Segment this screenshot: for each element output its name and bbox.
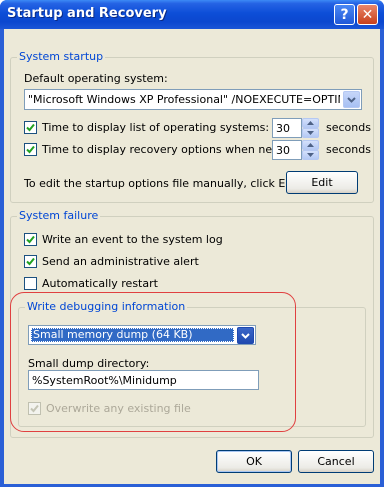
system-failure-label: System failure [17,209,101,222]
time-os-list-input[interactable]: 30 [272,118,302,138]
spin-up-icon[interactable] [302,118,319,128]
close-button[interactable]: ✕ [357,4,378,25]
auto-restart-checkbox[interactable] [24,277,37,290]
checkmark-icon [26,145,35,154]
help-icon: ? [340,6,349,23]
title-bar[interactable]: Startup and Recovery ? ✕ [0,0,384,29]
write-event-checkbox[interactable] [24,233,37,246]
checkmark-icon [26,123,35,132]
spin-up-icon[interactable] [302,140,319,150]
ok-button[interactable]: OK [216,450,292,473]
default-os-label: Default operating system: [24,72,168,85]
checkmark-icon [26,257,35,266]
cancel-button-label: Cancel [317,455,355,468]
time-os-list-value: 30 [276,122,290,135]
time-os-list-unit: seconds [326,121,371,134]
cancel-button[interactable]: Cancel [298,450,374,473]
help-button[interactable]: ? [334,4,355,25]
ok-button-label: OK [246,455,262,468]
edit-button[interactable]: Edit [286,171,358,194]
edit-hint-text: To edit the startup options file manuall… [24,177,304,190]
dialog-title: Startup and Recovery [7,6,167,21]
edit-button-label: Edit [311,176,333,189]
chevron-down-icon[interactable] [343,91,360,108]
time-recovery-spinner[interactable] [302,140,319,160]
time-recovery-label: Time to display recovery options when ne… [42,143,304,156]
close-icon: ✕ [361,6,374,23]
send-alert-label: Send an administrative alert [42,255,199,268]
spin-down-icon[interactable] [302,150,319,160]
spin-down-icon[interactable] [302,128,319,138]
default-os-value: "Microsoft Windows XP Professional" /NOE… [28,93,340,106]
dialog-client: System startup Default operating system:… [4,29,380,484]
send-alert-checkbox[interactable] [24,255,37,268]
time-recovery-unit: seconds [326,143,371,156]
dialog-window: Startup and Recovery ? ✕ System startup … [0,0,384,487]
auto-restart-label: Automatically restart [42,277,158,290]
time-recovery-checkbox[interactable] [24,143,37,156]
time-recovery-input[interactable]: 30 [272,140,302,160]
time-os-list-checkbox[interactable] [24,121,37,134]
checkmark-icon [26,235,35,244]
time-os-list-label: Time to display list of operating system… [42,121,270,134]
highlight-annotation [10,292,296,432]
time-recovery-value: 30 [276,144,290,157]
time-os-list-spinner[interactable] [302,118,319,138]
system-startup-label: System startup [17,50,106,63]
default-os-select[interactable]: "Microsoft Windows XP Professional" /NOE… [24,89,362,110]
write-event-label: Write an event to the system log [42,233,223,246]
